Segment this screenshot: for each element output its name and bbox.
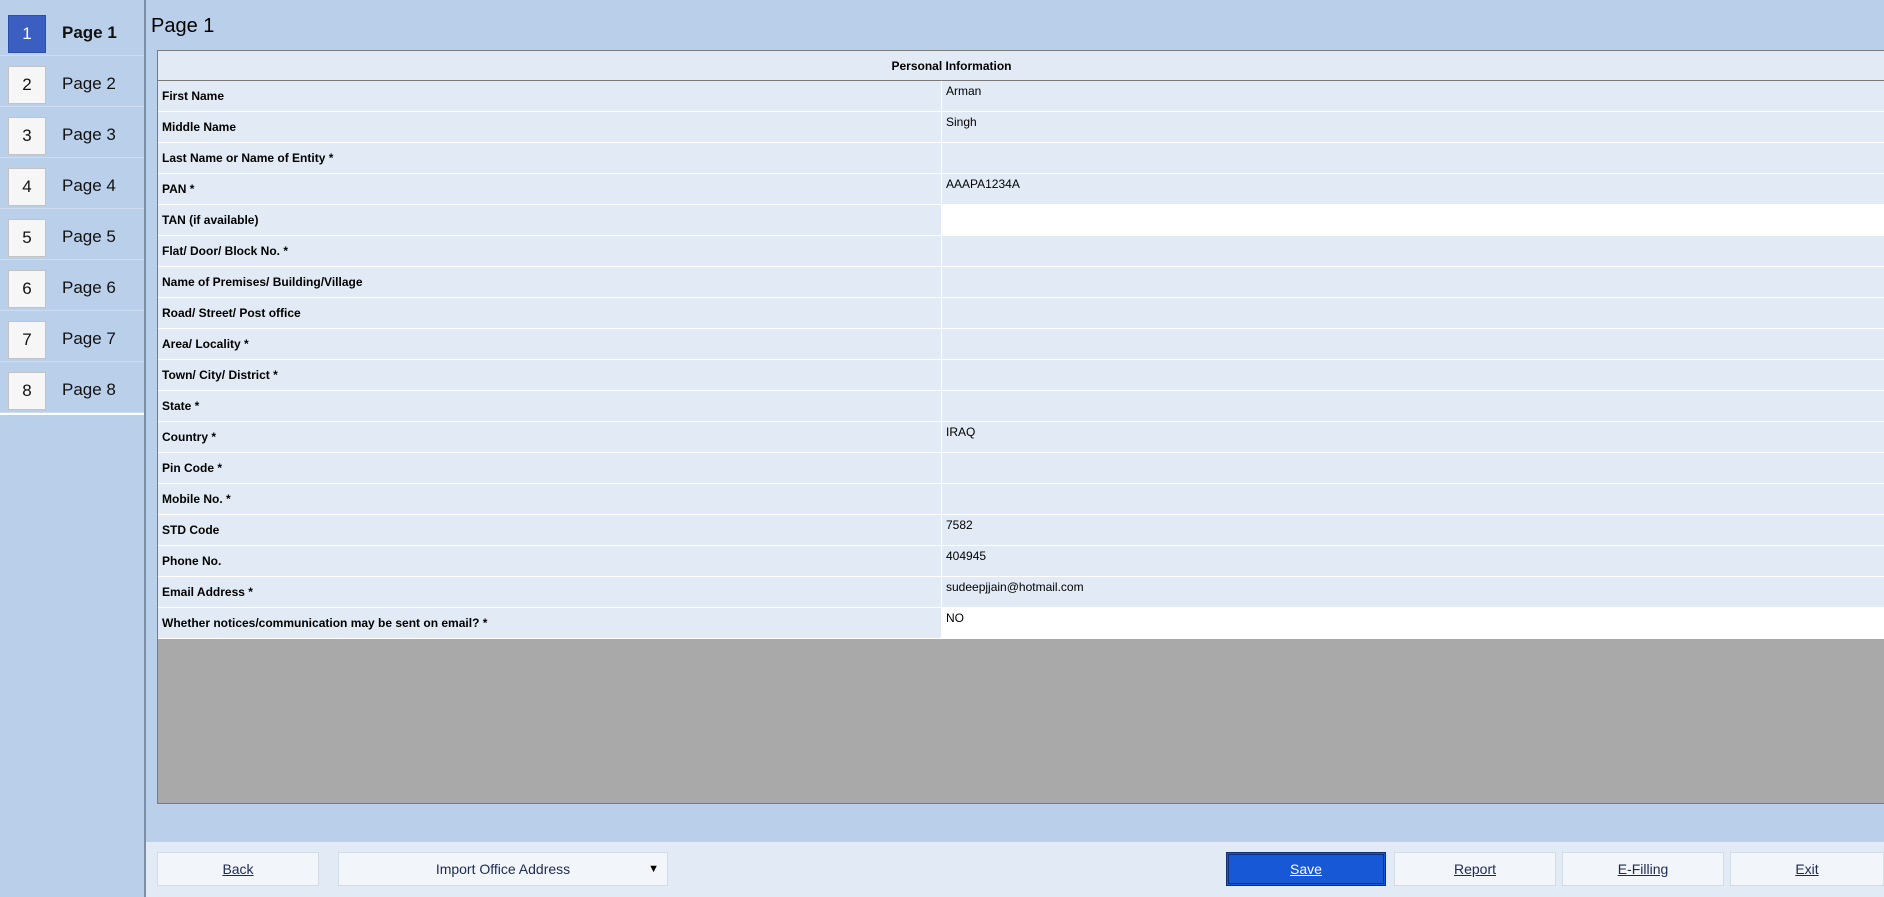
road-street-field[interactable] bbox=[941, 298, 1884, 328]
form-row-email: Email Address * sudeepjjain@hotmail.com bbox=[158, 577, 1884, 608]
import-office-address-label: Import Office Address bbox=[435, 861, 571, 877]
sidebar-item-page-6[interactable]: 6 Page 6 bbox=[0, 261, 144, 311]
form-row-notices-email: Whether notices/communication may be sen… bbox=[158, 608, 1884, 639]
area-locality-field[interactable] bbox=[941, 329, 1884, 359]
field-label: Flat/ Door/ Block No. * bbox=[162, 244, 289, 258]
page-title: Page 1 bbox=[151, 15, 215, 37]
field-label: Middle Name bbox=[162, 120, 237, 134]
sidebar-item-page-7[interactable]: 7 Page 7 bbox=[0, 312, 144, 362]
dropdown-arrow-icon: ▼ bbox=[648, 863, 659, 875]
sidebar-item-label: Page 7 bbox=[62, 329, 116, 348]
form-row-std-code: STD Code 7582 bbox=[158, 515, 1884, 546]
premises-building-field[interactable] bbox=[941, 267, 1884, 297]
sidebar-item-label: Page 5 bbox=[62, 227, 116, 246]
sidebar-item-page-8[interactable]: 8 Page 8 bbox=[0, 363, 144, 413]
exit-button[interactable]: Exit bbox=[1730, 852, 1884, 886]
form-row-middle-name: Middle Name Singh bbox=[158, 112, 1884, 143]
field-label: First Name bbox=[162, 89, 225, 103]
field-label: Phone No. bbox=[162, 554, 222, 568]
pan-field[interactable]: AAAPA1234A bbox=[941, 174, 1884, 204]
field-label: PAN * bbox=[162, 182, 195, 196]
field-label: Country * bbox=[162, 430, 216, 444]
state-field[interactable] bbox=[941, 391, 1884, 421]
sidebar-item-page-4[interactable]: 4 Page 4 bbox=[0, 159, 144, 209]
back-button[interactable]: Back bbox=[157, 852, 319, 886]
form-row-pin-code: Pin Code * bbox=[158, 453, 1884, 484]
section-header: Personal Information bbox=[158, 51, 1884, 81]
form-row-tan: TAN (if available) bbox=[158, 205, 1884, 236]
form-row-last-name: Last Name or Name of Entity * bbox=[158, 143, 1884, 174]
sidebar-vertical-divider bbox=[144, 0, 146, 897]
form-row-mobile: Mobile No. * bbox=[158, 484, 1884, 515]
e-filling-button[interactable]: E-Filling bbox=[1562, 852, 1724, 886]
std-code-field[interactable]: 7582 bbox=[941, 515, 1884, 545]
sidebar-item-label: Page 6 bbox=[62, 278, 116, 297]
page-number-badge: 1 bbox=[8, 15, 46, 53]
form-row-first-name: First Name Arman bbox=[158, 81, 1884, 112]
form-row-phone: Phone No. 404945 bbox=[158, 546, 1884, 577]
form-row-premises: Name of Premises/ Building/Village bbox=[158, 267, 1884, 298]
sidebar-item-label: Page 3 bbox=[62, 125, 116, 144]
form-row-town-city: Town/ City/ District * bbox=[158, 360, 1884, 391]
page-number-badge: 3 bbox=[8, 117, 46, 155]
field-label: Road/ Street/ Post office bbox=[162, 306, 301, 320]
form-row-country: Country * IRAQ bbox=[158, 422, 1884, 453]
form-row-area-locality: Area/ Locality * bbox=[158, 329, 1884, 360]
notices-email-field[interactable]: NO bbox=[941, 608, 1884, 638]
sidebar-item-label: Page 4 bbox=[62, 176, 116, 195]
field-label: Mobile No. * bbox=[162, 492, 231, 506]
field-label: STD Code bbox=[162, 523, 220, 537]
field-label: Last Name or Name of Entity * bbox=[162, 151, 334, 165]
page-number-badge: 5 bbox=[8, 219, 46, 257]
field-label: State * bbox=[162, 399, 200, 413]
field-label: Town/ City/ District * bbox=[162, 368, 278, 382]
email-field[interactable]: sudeepjjain@hotmail.com bbox=[941, 577, 1884, 607]
field-label: Area/ Locality * bbox=[162, 337, 249, 351]
flat-door-block-field[interactable] bbox=[941, 236, 1884, 266]
field-label: Whether notices/communication may be sen… bbox=[162, 616, 488, 630]
page-number-badge: 7 bbox=[8, 321, 46, 359]
footer-toolbar: Back Import Office Address ▼ Save Report… bbox=[146, 842, 1884, 897]
sidebar-divider bbox=[0, 413, 144, 415]
sidebar-item-page-1[interactable]: 1 Page 1 bbox=[0, 6, 144, 56]
country-field[interactable]: IRAQ bbox=[941, 422, 1884, 452]
sidebar-item-label: Page 1 bbox=[62, 23, 117, 42]
field-label: Pin Code * bbox=[162, 461, 223, 475]
sidebar: 1 Page 1 2 Page 2 3 Page 3 4 Page 4 5 Pa… bbox=[0, 0, 146, 897]
tan-field[interactable] bbox=[941, 205, 1884, 235]
sidebar-item-label: Page 2 bbox=[62, 74, 116, 93]
form-row-flat-door: Flat/ Door/ Block No. * bbox=[158, 236, 1884, 267]
page-number-badge: 2 bbox=[8, 66, 46, 104]
phone-field[interactable]: 404945 bbox=[941, 546, 1884, 576]
report-button[interactable]: Report bbox=[1394, 852, 1556, 886]
page-number-badge: 8 bbox=[8, 372, 46, 410]
form-row-pan: PAN * AAAPA1234A bbox=[158, 174, 1884, 205]
pin-code-field[interactable] bbox=[941, 453, 1884, 483]
form-row-state: State * bbox=[158, 391, 1884, 422]
field-label: TAN (if available) bbox=[162, 213, 259, 227]
sidebar-item-page-3[interactable]: 3 Page 3 bbox=[0, 108, 144, 158]
field-label: Name of Premises/ Building/Village bbox=[162, 275, 363, 289]
sidebar-item-page-5[interactable]: 5 Page 5 bbox=[0, 210, 144, 260]
save-button[interactable]: Save bbox=[1226, 852, 1386, 886]
middle-name-field[interactable]: Singh bbox=[941, 112, 1884, 142]
last-name-field[interactable] bbox=[941, 143, 1884, 173]
first-name-field[interactable]: Arman bbox=[941, 81, 1884, 111]
sidebar-item-label: Page 8 bbox=[62, 380, 116, 399]
town-city-district-field[interactable] bbox=[941, 360, 1884, 390]
sidebar-item-page-2[interactable]: 2 Page 2 bbox=[0, 57, 144, 107]
page-number-badge: 6 bbox=[8, 270, 46, 308]
page-number-badge: 4 bbox=[8, 168, 46, 206]
field-label: Email Address * bbox=[162, 585, 253, 599]
personal-information-form: Personal Information First Name Arman Mi… bbox=[157, 50, 1884, 804]
form-row-road-street: Road/ Street/ Post office bbox=[158, 298, 1884, 329]
mobile-field[interactable] bbox=[941, 484, 1884, 514]
import-office-address-dropdown[interactable]: Import Office Address ▼ bbox=[338, 852, 668, 886]
